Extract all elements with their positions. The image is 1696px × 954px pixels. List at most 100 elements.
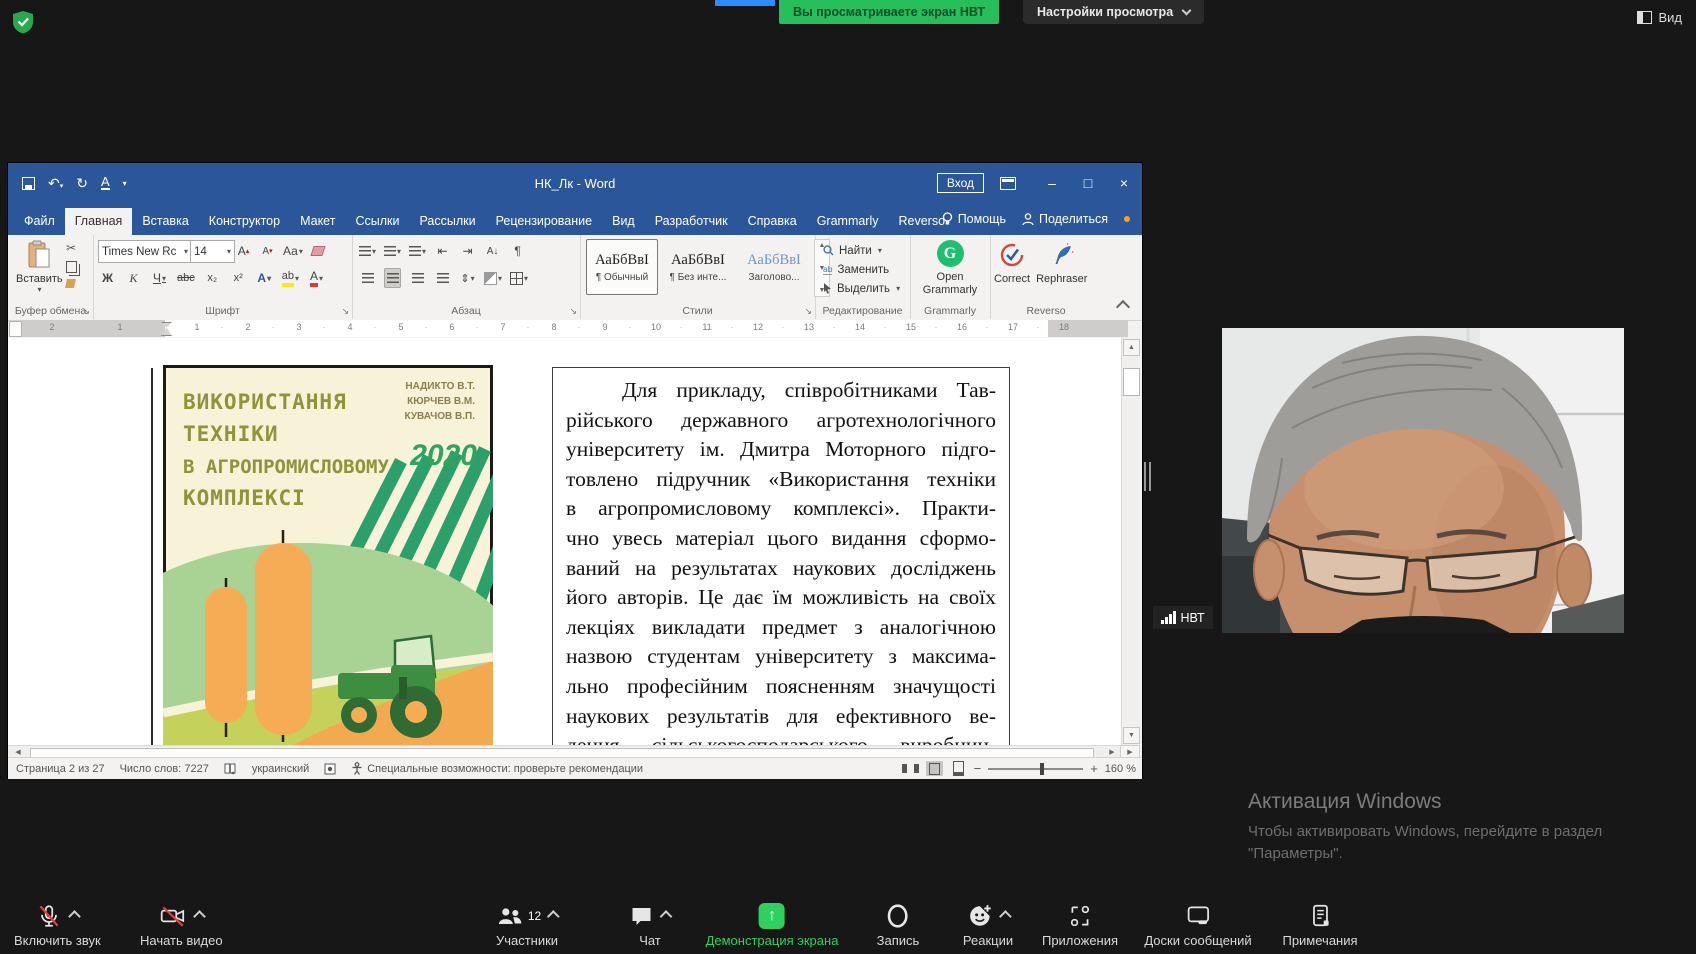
reactions-button[interactable]: Реакции	[963, 901, 1013, 948]
cut-icon[interactable]: ✂	[66, 241, 77, 255]
record-button[interactable]: Запись	[877, 901, 920, 948]
chevron-up-icon[interactable]	[660, 910, 673, 923]
document-text-line[interactable]: ваний на результатах наукових досліджень	[566, 554, 996, 584]
tab-1[interactable]: Главная	[65, 208, 133, 235]
strikethrough-button[interactable]: abc	[177, 268, 195, 288]
replace-button[interactable]: ab Заменить	[823, 260, 900, 279]
document-text-line[interactable]: Для прикладу, співробітниками Тав-	[566, 376, 996, 406]
scroll-down-icon[interactable]: ▼	[1123, 727, 1140, 744]
accessibility-status[interactable]: Специальные возможности: проверьте реком…	[351, 762, 643, 775]
document-text-line[interactable]: університету ім. Дмитра Моторного підго-	[566, 435, 996, 465]
scroll-right-icon[interactable]: ▶	[1106, 747, 1118, 757]
shading-button[interactable]: ▾	[484, 268, 502, 288]
tab-4[interactable]: Макет	[290, 208, 345, 235]
open-grammarly-button[interactable]: G Open Grammarly	[910, 240, 990, 297]
web-layout-button[interactable]	[950, 761, 967, 776]
scroll-up-icon[interactable]: ▲	[1123, 339, 1140, 356]
correct-button[interactable]: Correct	[994, 242, 1030, 285]
language-indicator[interactable]: украинский	[252, 763, 309, 775]
highlight-button[interactable]: ab▾	[282, 268, 299, 288]
sign-in-button[interactable]: Вход	[937, 173, 984, 193]
change-case-button[interactable]: Аа▾	[283, 241, 303, 261]
font-style-icon[interactable]: А	[101, 176, 110, 190]
scroll-left-icon[interactable]: ◀	[12, 747, 24, 757]
document-text-line[interactable]: назвою студентам університету з максима-	[566, 642, 996, 672]
page-indicator[interactable]: Страница 2 из 27	[16, 763, 105, 775]
chevron-up-icon[interactable]	[999, 910, 1012, 923]
chevron-up-icon[interactable]	[547, 910, 560, 923]
help-button[interactable]: Помощь	[942, 212, 1006, 226]
paste-button[interactable]: Вставить ▾	[16, 240, 62, 294]
document-text-line[interactable]: товлено підручник «Використання техніки	[566, 465, 996, 495]
tab-9[interactable]: Разработчик	[645, 208, 738, 235]
zoom-slider[interactable]	[988, 768, 1083, 770]
decrease-indent-button[interactable]: ⇤	[434, 241, 451, 261]
text-effects-button[interactable]: А▾	[256, 268, 273, 288]
macro-icon[interactable]	[324, 763, 336, 775]
borders-button[interactable]: ▾	[510, 268, 528, 288]
sort-button[interactable]: А↓	[484, 241, 501, 261]
chevron-up-icon[interactable]	[68, 910, 81, 923]
notes-button[interactable]: Примечания	[1282, 901, 1357, 948]
tab-11[interactable]: Grammarly	[807, 208, 889, 235]
redo-icon[interactable]: ↻	[76, 175, 88, 192]
tab-6[interactable]: Рассылки	[409, 208, 485, 235]
rephraser-button[interactable]: Rephraser	[1036, 242, 1087, 285]
participant-video[interactable]	[1222, 328, 1624, 633]
ruler[interactable]: 211·2·3·4·5·6·7·8·9·10·11·12·13·14·15·16…	[22, 320, 1128, 337]
multilevel-list-button[interactable]: ▾	[409, 241, 426, 261]
increase-indent-button[interactable]: ⇥	[459, 241, 476, 261]
font-size-select[interactable]: 14▾	[190, 240, 235, 263]
justify-button[interactable]	[434, 268, 451, 288]
tab-7[interactable]: Рецензирование	[486, 208, 603, 235]
find-button[interactable]: Найти▾	[823, 241, 900, 260]
unmute-button[interactable]: Включить звук	[14, 901, 101, 948]
close-button[interactable]: ×	[1106, 163, 1142, 203]
collapse-ribbon-icon[interactable]	[1116, 300, 1130, 314]
show-marks-button[interactable]: ¶	[509, 241, 526, 261]
ruler-corner-box[interactable]	[9, 321, 22, 337]
dialog-launcher-icon[interactable]: ↘	[804, 306, 812, 317]
view-settings-button[interactable]: Настройки просмотра	[1023, 0, 1204, 24]
share-screen-button[interactable]: ↑ Демонстрация экрана	[706, 901, 839, 948]
line-spacing-button[interactable]: ⇕▾	[459, 268, 476, 288]
minimize-button[interactable]: –	[1034, 163, 1070, 203]
customize-qat-icon[interactable]: ▾	[123, 179, 127, 188]
bullets-button[interactable]: ▾	[359, 241, 376, 261]
copy-icon[interactable]	[66, 261, 77, 273]
document-text-line[interactable]: його авторів. Це дає їм можливість на св…	[566, 583, 996, 613]
start-video-button[interactable]: Начать видео	[140, 901, 223, 948]
subscript-button[interactable]: x₂	[204, 268, 221, 288]
word-count[interactable]: Число слов: 7227	[120, 763, 209, 775]
document-text-line[interactable]: рійського державного агротехнологічного	[566, 406, 996, 436]
zoom-slider-thumb[interactable]	[1040, 763, 1044, 775]
zoom-out-icon[interactable]: −	[974, 764, 982, 774]
vertical-scrollbar[interactable]: ▲ ▼	[1121, 338, 1140, 745]
tab-8[interactable]: Вид	[602, 208, 645, 235]
zoom-level[interactable]: 160 %	[1105, 763, 1136, 775]
whiteboards-button[interactable]: Доски сообщений	[1144, 901, 1251, 948]
maximize-button[interactable]: □	[1070, 163, 1106, 203]
read-mode-button[interactable]	[902, 761, 919, 776]
shrink-font-button[interactable]: А▾	[259, 241, 276, 261]
format-painter-icon[interactable]	[65, 279, 76, 288]
document-text-line[interactable]: льно професійним поясненням значущості	[566, 672, 996, 702]
dialog-launcher-icon[interactable]: ↘	[82, 306, 90, 317]
save-icon[interactable]	[22, 177, 35, 190]
undo-icon[interactable]: ↶▾	[48, 175, 63, 192]
document-text-line[interactable]: чно увесь матеріал цього видання сформо-	[566, 524, 996, 554]
vertical-scroll-thumb[interactable]	[1123, 368, 1140, 396]
encryption-shield-icon[interactable]	[12, 10, 34, 34]
tab-0[interactable]: Файл	[14, 208, 65, 235]
document-canvas[interactable]: ВИКОРИСТАННЯ ТЕХНІКИ В АГРОПРОМИСЛОВОМУ …	[8, 338, 1122, 745]
style-normal[interactable]: АаБбВвІ ¶ Обычный	[586, 239, 658, 295]
ribbon-display-options-icon[interactable]	[1000, 177, 1016, 190]
text-frame[interactable]: Для прикладу, співробітниками Тав-рійськ…	[552, 367, 1010, 745]
chat-button[interactable]: Чат	[630, 901, 671, 948]
document-text-line[interactable]: дення сільськогосподарського виробниц-	[566, 731, 996, 745]
tab-10[interactable]: Справка	[738, 208, 807, 235]
zoom-in-icon[interactable]: +	[1090, 764, 1098, 774]
align-center-button[interactable]	[384, 268, 401, 288]
dialog-launcher-icon[interactable]: ↘	[341, 306, 349, 317]
numbering-button[interactable]: ▾	[384, 241, 401, 261]
